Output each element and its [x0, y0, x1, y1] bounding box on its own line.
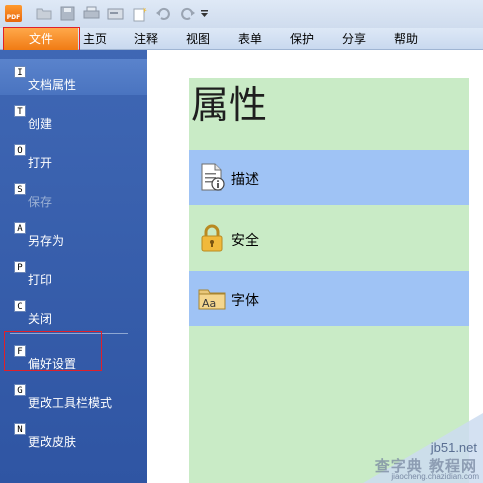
- redo-icon[interactable]: [179, 5, 196, 22]
- new-document-icon[interactable]: [131, 5, 148, 22]
- menu-item-label: 打开: [28, 156, 53, 170]
- property-row-fonts[interactable]: Aa 字体: [189, 271, 469, 326]
- shortcut-key: I: [14, 66, 26, 78]
- padlock-icon: [197, 223, 227, 253]
- property-row-label: 字体: [231, 293, 259, 309]
- property-row-description[interactable]: 描述: [189, 150, 469, 205]
- menu-item-label: 更改皮肤: [28, 435, 77, 449]
- menu-item-change-skin[interactable]: N 更改皮肤: [0, 416, 147, 452]
- shortcut-key: G: [14, 384, 26, 396]
- tab-home[interactable]: 主页: [80, 28, 110, 50]
- shortcut-key: O: [14, 144, 26, 156]
- shortcut-key: A: [14, 222, 26, 234]
- tab-help[interactable]: 帮助: [391, 28, 421, 50]
- scan-icon[interactable]: [107, 5, 124, 22]
- menu-item-save-as[interactable]: A 另存为: [0, 215, 147, 251]
- properties-title: 属性: [191, 83, 268, 127]
- menu-item-close[interactable]: C 关闭: [0, 293, 147, 329]
- open-folder-icon[interactable]: [36, 5, 53, 22]
- shortcut-key: N: [14, 423, 26, 435]
- tab-comment[interactable]: 注释: [131, 28, 161, 50]
- menu-item-open[interactable]: O 打开: [0, 137, 147, 173]
- menu-item-label: 创建: [28, 117, 53, 131]
- tab-view[interactable]: 视图: [183, 28, 213, 50]
- menu-divider: [10, 333, 128, 334]
- menu-item-label: 文档属性: [28, 78, 77, 92]
- file-menu-sidebar: I 文档属性 T 创建 O 打开 S 保存 A 另存为 P 打印 C 关闭 F …: [0, 50, 147, 483]
- menu-item-label: 更改工具栏模式: [28, 396, 113, 410]
- font-folder-icon: Aa: [197, 283, 227, 313]
- quick-access-toolbar: PDF: [0, 0, 483, 28]
- shortcut-key: F: [14, 345, 26, 357]
- menu-item-label: 保存: [28, 195, 53, 209]
- svg-text:Aa: Aa: [202, 297, 216, 310]
- menu-item-save: S 保存: [0, 176, 147, 212]
- menu-item-create[interactable]: T 创建: [0, 98, 147, 134]
- tab-share[interactable]: 分享: [339, 28, 369, 50]
- menu-tab-bar: 文件 主页 注释 视图 表单 保护 分享 帮助: [0, 28, 483, 50]
- tab-form[interactable]: 表单: [235, 28, 265, 50]
- menu-item-preferences[interactable]: F 偏好设置: [0, 338, 147, 374]
- shortcut-key: S: [14, 183, 26, 195]
- property-row-label: 安全: [231, 233, 259, 249]
- undo-icon[interactable]: [155, 5, 172, 22]
- app-logo[interactable]: PDF: [5, 5, 22, 22]
- menu-item-label: 偏好设置: [28, 357, 77, 371]
- tab-file[interactable]: 文件: [4, 28, 78, 50]
- property-row-security[interactable]: 安全: [189, 211, 469, 266]
- property-row-label: 描述: [231, 172, 259, 188]
- app-logo-text: PDF: [5, 5, 22, 22]
- tab-protect[interactable]: 保护: [287, 28, 317, 50]
- menu-item-label: 打印: [28, 273, 53, 287]
- menu-item-label: 关闭: [28, 312, 53, 326]
- document-info-icon: [197, 162, 227, 192]
- shortcut-key: P: [14, 261, 26, 273]
- save-icon[interactable]: [59, 5, 76, 22]
- menu-item-label: 另存为: [28, 234, 65, 248]
- menu-item-print[interactable]: P 打印: [0, 254, 147, 290]
- customize-dropdown-icon[interactable]: [199, 5, 210, 22]
- shortcut-key: T: [14, 105, 26, 117]
- shortcut-key: C: [14, 300, 26, 312]
- menu-item-document-properties[interactable]: I 文档属性: [0, 59, 147, 95]
- menu-item-toolbar-mode[interactable]: G 更改工具栏模式: [0, 377, 147, 413]
- print-icon[interactable]: [83, 5, 100, 22]
